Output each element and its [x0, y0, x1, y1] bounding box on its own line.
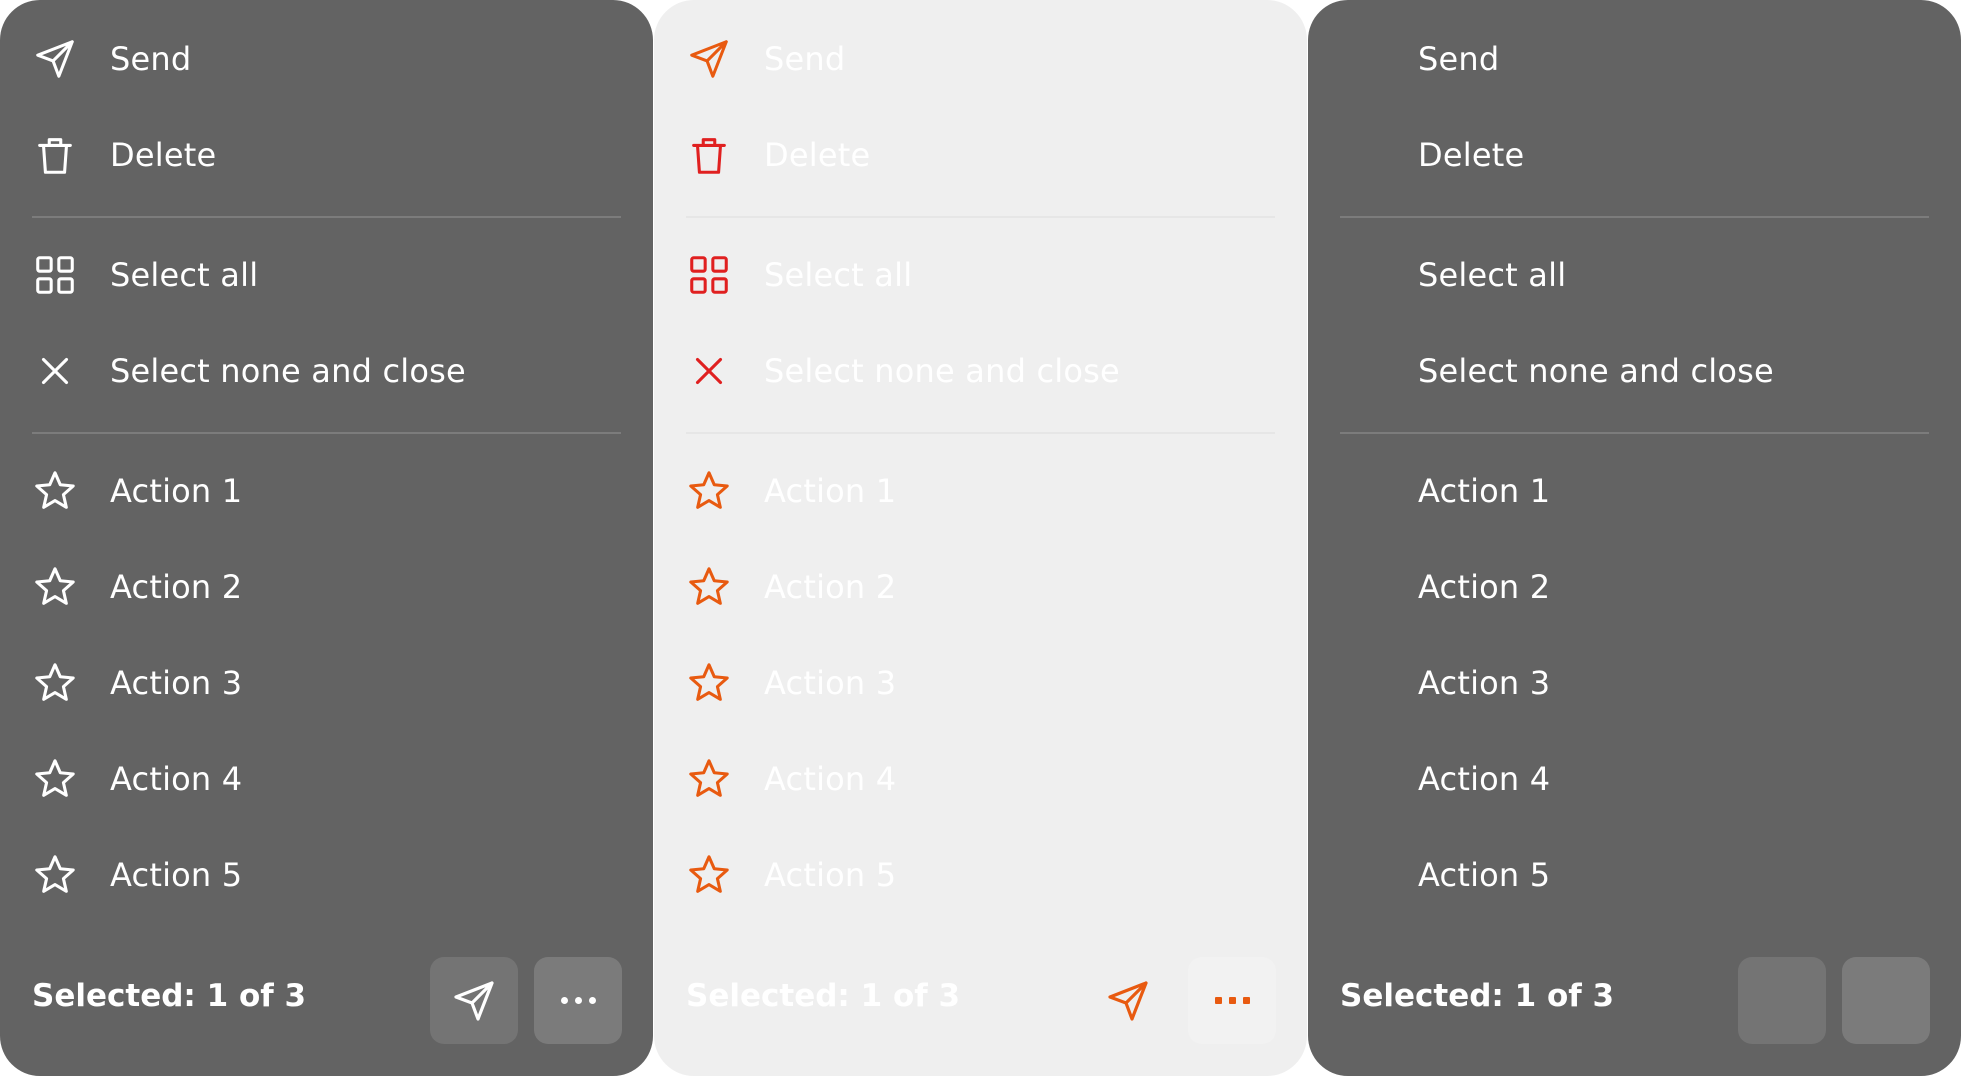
menu-item-select-all[interactable]: Select all [1308, 235, 1961, 315]
menu-item-label: Select none and close [110, 352, 466, 390]
menu-item-label: Action 4 [1418, 760, 1551, 798]
divider [1340, 432, 1929, 434]
menu-item-action-4[interactable]: Action 4 [0, 739, 653, 819]
send-icon [32, 36, 78, 82]
menu-item-label: Action 3 [764, 664, 897, 702]
menu-item-select-all[interactable]: Select all [654, 235, 1307, 315]
star-icon [686, 852, 732, 898]
more-button[interactable] [534, 957, 622, 1044]
star-icon [686, 468, 732, 514]
menu-item-action-1[interactable]: Action 1 [1308, 451, 1961, 531]
menu-item-action-2[interactable]: Action 2 [654, 547, 1307, 627]
menu-item-action-3[interactable]: Action 3 [654, 643, 1307, 723]
menu-item-label: Action 5 [110, 856, 243, 894]
menu-item-action-5[interactable]: Action 5 [0, 835, 653, 915]
send-icon [450, 977, 498, 1025]
menu-item-label: Action 2 [764, 568, 897, 606]
star-icon [32, 468, 78, 514]
more-icon [1214, 997, 1250, 1004]
menu-item-action-3[interactable]: Action 3 [1308, 643, 1961, 723]
divider [1340, 216, 1929, 218]
menu-item-label: Action 1 [110, 472, 243, 510]
menu-item-send[interactable]: Send [0, 19, 653, 99]
trash-icon [686, 132, 732, 178]
menu-item-label: Delete [110, 136, 217, 174]
menu-item-select-none[interactable]: Select none and close [654, 331, 1307, 411]
more-button[interactable] [1188, 957, 1276, 1044]
star-icon [32, 564, 78, 610]
menu-item-send[interactable]: Send [654, 19, 1307, 99]
selection-status: Selected: 1 of 3 [32, 978, 307, 1014]
grid-icon [686, 252, 732, 298]
menu-item-delete[interactable]: Delete [0, 115, 653, 195]
divider [32, 432, 621, 434]
menu-item-label: Action 2 [1418, 568, 1551, 606]
menu-item-action-4[interactable]: Action 4 [1308, 739, 1961, 819]
menu-item-action-4[interactable]: Action 4 [654, 739, 1307, 819]
menu-item-label: Action 2 [110, 568, 243, 606]
divider [686, 216, 1275, 218]
more-icon [560, 997, 596, 1004]
selection-status: Selected: 1 of 3 [686, 978, 961, 1014]
send-icon [1104, 977, 1152, 1025]
menu-item-label: Action 5 [764, 856, 897, 894]
star-icon [32, 756, 78, 802]
star-icon [686, 756, 732, 802]
menu-item-label: Send [764, 40, 846, 78]
menu-item-label: Send [110, 40, 192, 78]
menu-item-label: Action 1 [1418, 472, 1551, 510]
close-icon [32, 348, 78, 394]
menu-item-action-5[interactable]: Action 5 [654, 835, 1307, 915]
star-icon [686, 660, 732, 706]
menu-item-select-none[interactable]: Select none and close [1308, 331, 1961, 411]
divider [686, 432, 1275, 434]
send-button[interactable] [1084, 957, 1172, 1044]
star-icon [32, 660, 78, 706]
menu-item-action-5[interactable]: Action 5 [1308, 835, 1961, 915]
send-button[interactable] [430, 957, 518, 1044]
menu-item-delete[interactable]: Delete [1308, 115, 1961, 195]
selection-status: Selected: 1 of 3 [1340, 978, 1615, 1014]
star-icon [32, 852, 78, 898]
trash-icon [32, 132, 78, 178]
menu-item-action-2[interactable]: Action 2 [1308, 547, 1961, 627]
menu-item-label: Select all [110, 256, 259, 294]
menu-item-label: Action 5 [1418, 856, 1551, 894]
menu-item-label: Action 4 [764, 760, 897, 798]
menu-item-label: Action 3 [110, 664, 243, 702]
menu-item-select-all[interactable]: Select all [0, 235, 653, 315]
divider [32, 216, 621, 218]
menu-item-label: Action 3 [1418, 664, 1551, 702]
menu-panel-dark-icons: Send Delete Select all Select none and c… [0, 0, 653, 1076]
menu-item-label: Select none and close [764, 352, 1120, 390]
send-button[interactable] [1738, 957, 1826, 1044]
menu-item-action-1[interactable]: Action 1 [654, 451, 1307, 531]
menu-item-action-3[interactable]: Action 3 [0, 643, 653, 723]
menu-item-label: Select none and close [1418, 352, 1774, 390]
menu-item-send[interactable]: Send [1308, 19, 1961, 99]
menu-item-action-2[interactable]: Action 2 [0, 547, 653, 627]
more-button[interactable] [1842, 957, 1930, 1044]
menu-item-label: Select all [1418, 256, 1567, 294]
close-icon [686, 348, 732, 394]
menu-item-label: Action 1 [764, 472, 897, 510]
send-icon [686, 36, 732, 82]
menu-panel-light-icons: Send Delete Select all Select none and c… [654, 0, 1307, 1076]
menu-item-delete[interactable]: Delete [654, 115, 1307, 195]
menu-item-label: Send [1418, 40, 1500, 78]
menu-item-label: Delete [1418, 136, 1525, 174]
menu-item-label: Select all [764, 256, 913, 294]
menu-panel-dark-text-only: Send Delete Select all Select none and c… [1308, 0, 1961, 1076]
menu-item-label: Delete [764, 136, 871, 174]
grid-icon [32, 252, 78, 298]
menu-item-select-none[interactable]: Select none and close [0, 331, 653, 411]
star-icon [686, 564, 732, 610]
menu-item-action-1[interactable]: Action 1 [0, 451, 653, 531]
menu-item-label: Action 4 [110, 760, 243, 798]
